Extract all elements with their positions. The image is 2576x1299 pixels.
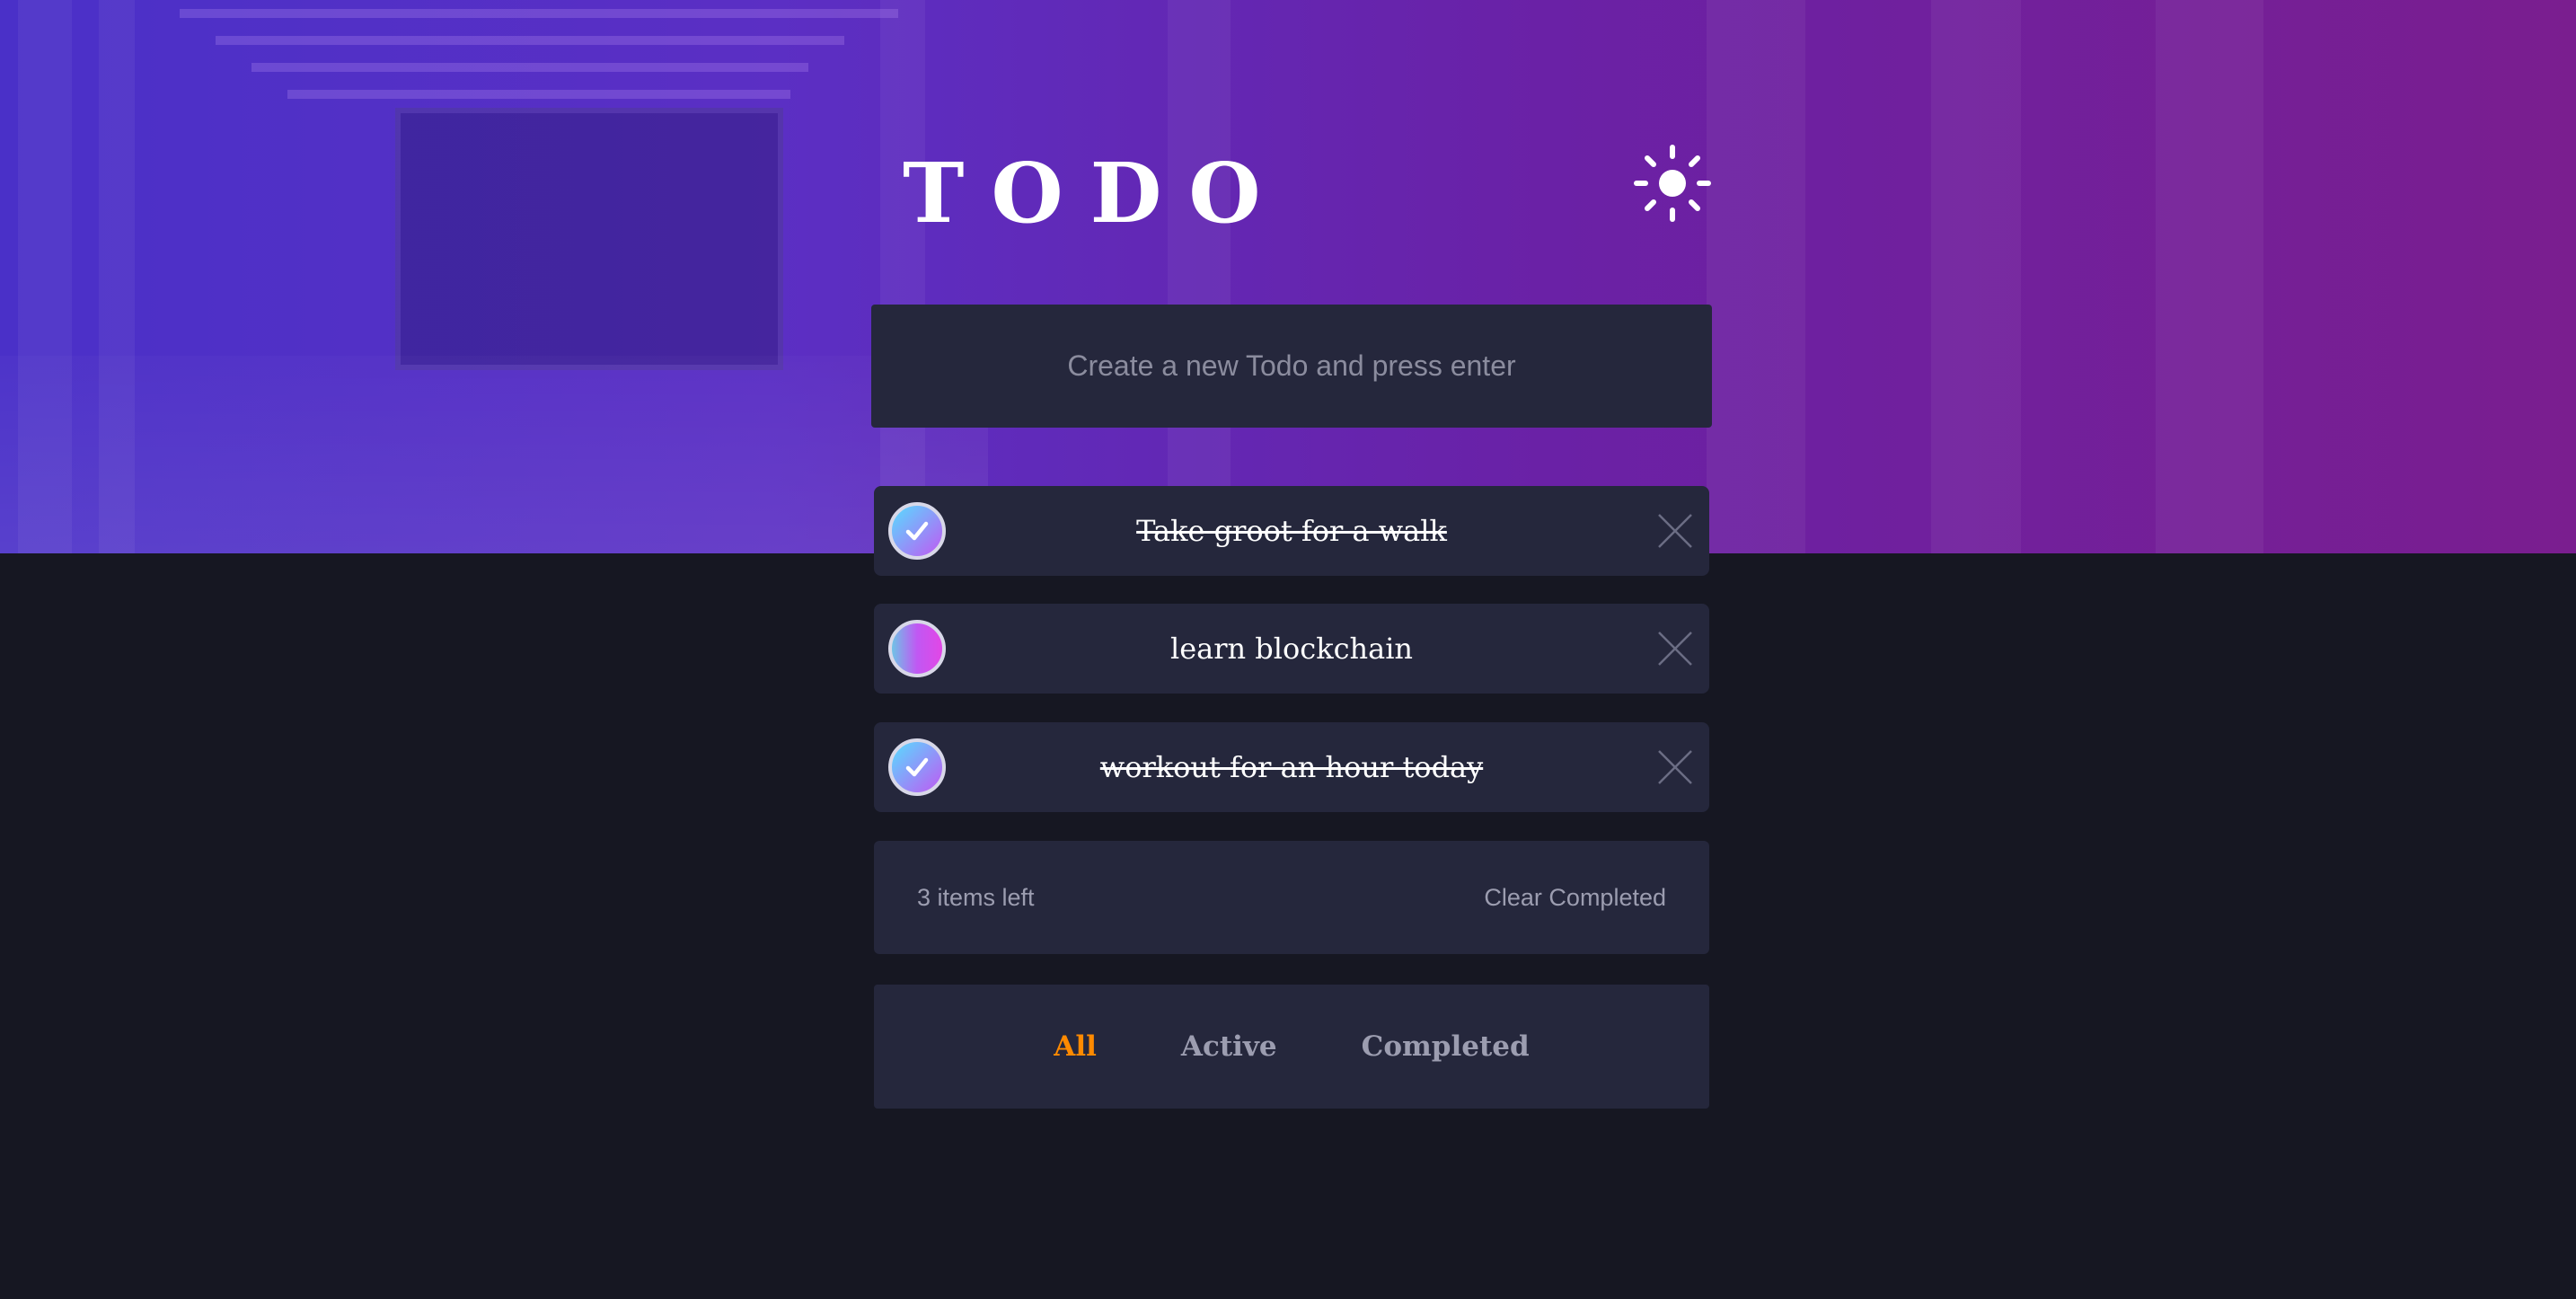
todo-footer: 3 items left Clear Completed xyxy=(874,841,1709,954)
background-doorway xyxy=(395,108,783,370)
items-left-count: 3 items left xyxy=(917,883,1035,911)
todo-item: Take groot for a walk xyxy=(874,486,1709,576)
filter-bar: All Active Completed xyxy=(874,985,1709,1109)
close-icon xyxy=(1658,632,1692,666)
clear-completed-button[interactable]: Clear Completed xyxy=(1484,841,1666,954)
ceiling-light xyxy=(287,90,790,99)
delete-todo-button[interactable] xyxy=(1655,511,1695,551)
app-title: TODO xyxy=(903,145,1288,242)
ceiling-light xyxy=(180,9,898,18)
filter-active-button[interactable]: Active xyxy=(1181,1030,1277,1063)
background-pillar xyxy=(1707,0,1805,553)
todo-text: workout for an hour today xyxy=(1099,750,1484,784)
background-pillar xyxy=(1168,0,1231,553)
new-todo-container xyxy=(871,305,1712,428)
todo-checkbox[interactable] xyxy=(888,620,946,677)
todo-text: Take groot for a walk xyxy=(1136,514,1447,548)
close-icon xyxy=(1658,514,1692,548)
close-icon xyxy=(1658,750,1692,784)
checkmark-icon xyxy=(905,757,929,777)
delete-todo-button[interactable] xyxy=(1655,629,1695,668)
theme-toggle-button[interactable] xyxy=(1633,144,1712,223)
sun-icon xyxy=(1634,145,1711,222)
background-floor xyxy=(0,356,988,553)
checkmark-icon xyxy=(905,521,929,541)
filter-all-button[interactable]: All xyxy=(1054,1030,1097,1063)
ceiling-light xyxy=(251,63,808,72)
background-pillar xyxy=(1931,0,2021,553)
todo-checkbox-checked[interactable] xyxy=(888,738,946,796)
hero-background xyxy=(0,0,2576,553)
filter-completed-button[interactable]: Completed xyxy=(1362,1030,1530,1063)
new-todo-input[interactable] xyxy=(871,305,1712,428)
ceiling-light xyxy=(216,36,844,45)
todo-text: learn blockchain xyxy=(1169,632,1414,666)
todo-item: workout for an hour today xyxy=(874,722,1709,812)
todo-checkbox-checked[interactable] xyxy=(888,502,946,560)
background-pillar xyxy=(2156,0,2263,553)
todo-item: learn blockchain xyxy=(874,604,1709,694)
delete-todo-button[interactable] xyxy=(1655,747,1695,787)
